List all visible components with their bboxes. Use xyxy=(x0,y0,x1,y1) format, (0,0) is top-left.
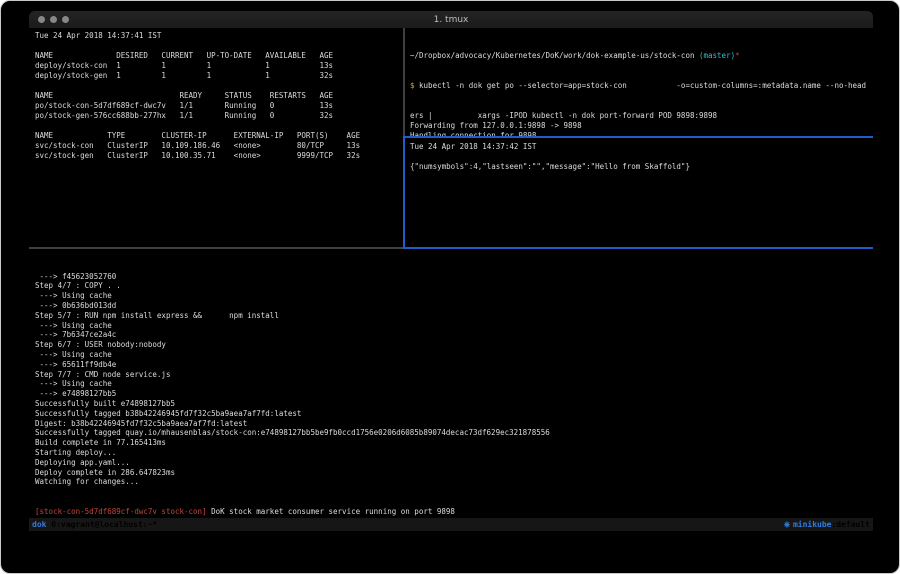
kube-context: minikube xyxy=(793,520,832,529)
tmux-session: Tue 24 Apr 2018 14:37:41 IST NAME DESIRE… xyxy=(29,28,873,541)
status-left: dok 0:vagrant@localhost:~* xyxy=(29,518,157,531)
pane-port-forward[interactable]: ~/Dropbox/advocacy/Kubernetes/DoK/work/d… xyxy=(407,28,876,138)
kube-namespace: :default xyxy=(831,520,870,529)
port-forward-output: ers | xargs -IPOD kubectl -n dok port-fo… xyxy=(410,111,876,138)
session-name: dok xyxy=(32,520,46,529)
docker-build-output: ---> f45623052760Step 4/7 : COPY . . ---… xyxy=(35,272,879,488)
terminal-line: po/stock-gen-576cc688bb-277hx 1/1 Runnin… xyxy=(35,111,409,121)
terminal-line: svc/stock-gen ClusterIP 10.100.35.71 <no… xyxy=(35,151,409,161)
terminal-line: {"numsymbols":4,"lastseen":"","message":… xyxy=(410,162,876,172)
cwd-path: ~/Dropbox/advocacy/Kubernetes/DoK/work/d… xyxy=(410,51,699,60)
shell-path-line: ~/Dropbox/advocacy/Kubernetes/DoK/work/d… xyxy=(410,51,876,61)
terminal-screen: 1. tmux Tue 24 Apr 2018 14:37:41 IST NAM… xyxy=(0,0,900,574)
terminal-line: ---> f45623052760 xyxy=(35,272,879,282)
terminal-line: Digest: b38b42246945fd7f32c5ba9aea7af7fd… xyxy=(35,419,879,429)
helm-icon: ⎈ xyxy=(784,520,793,529)
terminal-line: Deploy complete in 286.647823ms xyxy=(35,468,879,478)
terminal-line: Successfully tagged b38b42246945fd7f32c5… xyxy=(35,409,879,419)
terminal-line xyxy=(35,41,409,51)
terminal-line: Tue 24 Apr 2018 14:37:42 IST xyxy=(410,142,876,152)
terminal-line: deploy/stock-gen 1 1 1 1 32s xyxy=(35,71,409,81)
terminal-line: Step 7/7 : CMD node service.js xyxy=(35,370,879,380)
terminal-line: ---> Using cache xyxy=(35,350,879,360)
terminal-line: po/stock-con-5d7df689cf-dwc7v 1/1 Runnin… xyxy=(35,101,409,111)
shell-command: kubectl -n dok get po --selector=app=sto… xyxy=(415,81,867,90)
tmux-status-bar: dok 0:vagrant@localhost:~* ⎈ minikube:de… xyxy=(29,518,873,531)
terminal-line: NAME TYPE CLUSTER-IP EXTERNAL-IP PORT(S)… xyxy=(35,131,409,141)
terminal-line: Build complete in 77.165413ms xyxy=(35,438,879,448)
terminal-line: ---> 0b636bd013dd xyxy=(35,301,879,311)
terminal-line: NAME DESIRED CURRENT UP-TO-DATE AVAILABL… xyxy=(35,51,409,61)
log-message: DoK stock market consumer service runnin… xyxy=(207,507,455,516)
divider-vertical-bottom[interactable] xyxy=(403,136,405,249)
terminal-line: ---> Using cache xyxy=(35,291,879,301)
divider-horizontal-left[interactable] xyxy=(29,247,403,249)
divider-horizontal-right-lower[interactable] xyxy=(403,247,873,249)
terminal-line: Watching for changes... xyxy=(35,477,879,487)
terminal-line: ers | xargs -IPOD kubectl -n dok port-fo… xyxy=(410,111,876,121)
window-item[interactable]: 0:vagrant@localhost:~* xyxy=(46,520,157,529)
terminal-line: svc/stock-con ClusterIP 10.109.186.46 <n… xyxy=(35,141,409,151)
terminal-line xyxy=(35,121,409,131)
window-title: 1. tmux xyxy=(29,15,873,25)
window-titlebar[interactable]: 1. tmux xyxy=(29,11,873,28)
terminal-line: Successfully built e74898127bb5 xyxy=(35,399,879,409)
terminal-line: Step 4/7 : COPY . . xyxy=(35,281,879,291)
terminal-line: [stock-con-5d7df689cf-dwc7v stock-con] D… xyxy=(35,507,879,517)
terminal-line: Step 5/7 : RUN npm install express && np… xyxy=(35,311,879,321)
log-pod-prefix: [stock-con-5d7df689cf-dwc7v stock-con] xyxy=(35,507,207,516)
terminal-line: ---> 7b6347ce2a4c xyxy=(35,330,879,340)
status-right: ⎈ minikube:default xyxy=(784,518,873,531)
terminal-line: ---> 65611ff9db4e xyxy=(35,360,879,370)
terminal-line: ---> Using cache xyxy=(35,321,879,331)
pane-skaffold-log[interactable]: ---> f45623052760Step 4/7 : COPY . . ---… xyxy=(29,249,879,520)
terminal-line: ---> e74898127bb5 xyxy=(35,389,879,399)
pane-kubectl-watch[interactable]: Tue 24 Apr 2018 14:37:41 IST NAME DESIRE… xyxy=(29,28,409,250)
git-dirty-flag: * xyxy=(735,51,740,60)
terminal-line: deploy/stock-con 1 1 1 1 13s xyxy=(35,61,409,71)
terminal-line xyxy=(35,81,409,91)
terminal-line: NAME READY STATUS RESTARTS AGE xyxy=(35,91,409,101)
terminal-line: Deploying app.yaml... xyxy=(35,458,879,468)
divider-vertical-top[interactable] xyxy=(403,28,405,136)
divider-horizontal-right[interactable] xyxy=(403,136,873,138)
shell-command-line: $ kubectl -n dok get po --selector=app=s… xyxy=(410,81,876,91)
terminal-line: Successfully tagged quay.io/mhausenblas/… xyxy=(35,428,879,438)
git-branch: (master) xyxy=(699,51,735,60)
terminal-line: Step 6/7 : USER nobody:nobody xyxy=(35,340,879,350)
terminal-line: Starting deploy... xyxy=(35,448,879,458)
terminal-line: Forwarding from 127.0.0.1:9898 -> 9898 xyxy=(410,121,876,131)
terminal-line: ---> Using cache xyxy=(35,379,879,389)
terminal-line xyxy=(410,152,876,162)
terminal-line: Tue 24 Apr 2018 14:37:41 IST xyxy=(35,31,409,41)
pane-curl-output[interactable]: Tue 24 Apr 2018 14:37:42 IST {"numsymbol… xyxy=(407,138,876,250)
